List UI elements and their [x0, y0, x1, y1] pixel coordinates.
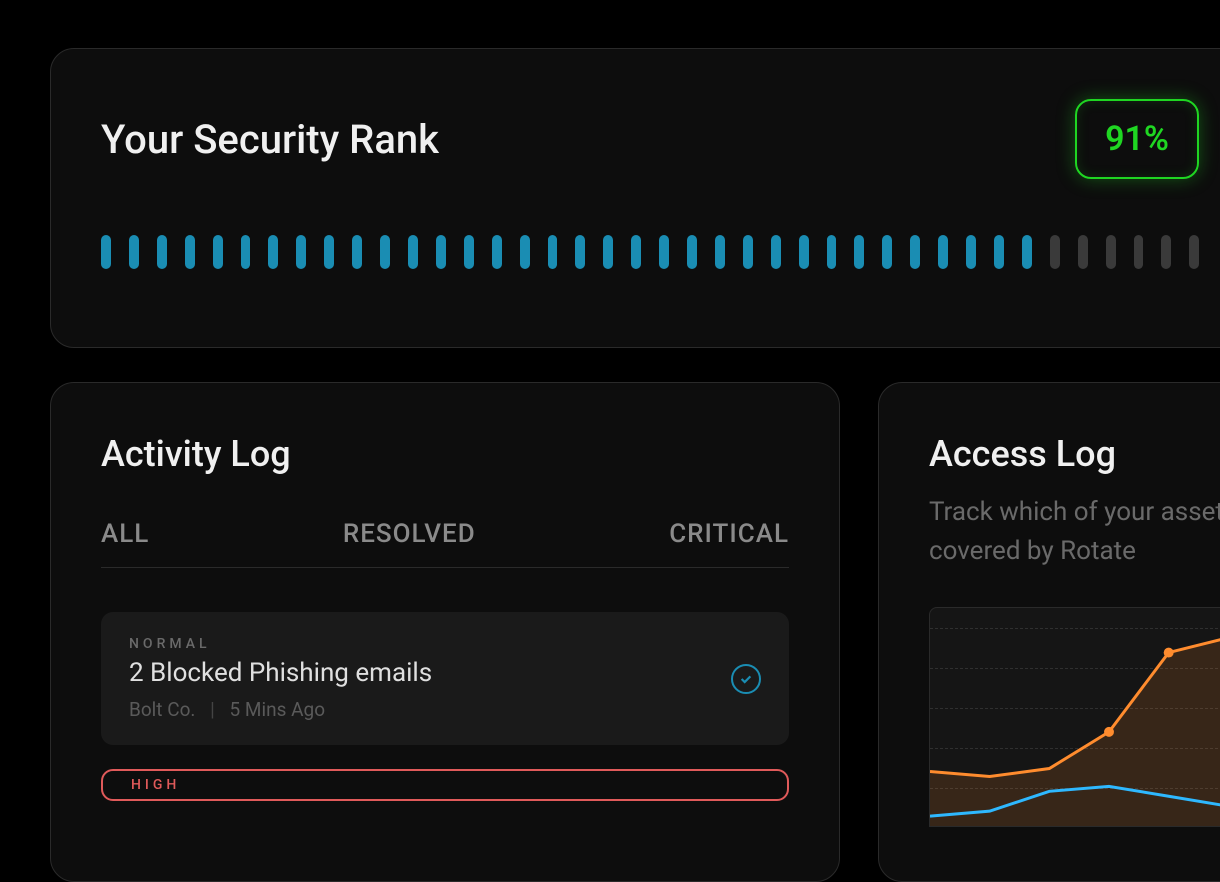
access-log-card: Access Log Track which of your assets ar… — [878, 382, 1220, 882]
progress-tick — [1161, 235, 1171, 269]
progress-tick — [743, 235, 753, 269]
activity-item-content: HIGH — [131, 777, 759, 793]
progress-tick — [1050, 235, 1060, 269]
progress-tick — [994, 235, 1004, 269]
tab-resolved[interactable]: RESOLVED — [343, 519, 476, 549]
rank-title: Your Security Rank — [101, 116, 439, 163]
progress-tick — [1022, 235, 1032, 269]
progress-tick — [575, 235, 585, 269]
progress-tick — [548, 235, 558, 269]
progress-tick — [1078, 235, 1088, 269]
progress-tick — [966, 235, 976, 269]
tab-critical[interactable]: CRITICAL — [669, 519, 789, 549]
progress-tick — [715, 235, 725, 269]
progress-tick — [380, 235, 390, 269]
progress-tick — [520, 235, 530, 269]
progress-tick — [1134, 235, 1144, 269]
rank-header: Your Security Rank 91% — [101, 99, 1199, 179]
security-rank-card: Your Security Rank 91% — [50, 48, 1220, 348]
access-log-subtitle: Track which of your assets are covered b… — [929, 493, 1220, 571]
activity-item[interactable]: NORMAL 2 Blocked Phishing emails Bolt Co… — [101, 612, 789, 745]
progress-tick — [854, 235, 864, 269]
progress-tick — [296, 235, 306, 269]
progress-tick — [1106, 235, 1116, 269]
activity-log-title: Activity Log — [101, 433, 789, 475]
severity-label: NORMAL — [129, 636, 731, 652]
progress-tick — [352, 235, 362, 269]
progress-tick — [603, 235, 613, 269]
tab-all[interactable]: ALL — [101, 519, 149, 549]
progress-tick — [101, 235, 111, 269]
activity-time: 5 Mins Ago — [230, 698, 326, 721]
progress-tick — [1189, 235, 1199, 269]
check-circle-icon — [731, 664, 761, 694]
progress-tick — [938, 235, 948, 269]
severity-label: HIGH — [131, 777, 759, 793]
progress-tick — [129, 235, 139, 269]
activity-item-content: NORMAL 2 Blocked Phishing emails Bolt Co… — [129, 636, 731, 721]
progress-tick — [324, 235, 334, 269]
meta-divider: | — [210, 698, 215, 721]
progress-tick — [659, 235, 669, 269]
progress-tick — [268, 235, 278, 269]
progress-tick — [687, 235, 697, 269]
progress-tick — [185, 235, 195, 269]
activity-item[interactable]: HIGH — [101, 769, 789, 801]
progress-tick — [436, 235, 446, 269]
activity-list: NORMAL 2 Blocked Phishing emails Bolt Co… — [101, 612, 789, 801]
progress-tick — [910, 235, 920, 269]
access-chart — [929, 607, 1220, 827]
progress-tick — [882, 235, 892, 269]
activity-source: Bolt Co. — [129, 698, 195, 721]
progress-tick — [241, 235, 251, 269]
progress-tick — [408, 235, 418, 269]
chart-point-icon — [1164, 648, 1174, 658]
activity-tabs: ALL RESOLVED CRITICAL — [101, 519, 789, 568]
rank-score-badge: 91% — [1075, 99, 1199, 179]
progress-tick — [631, 235, 641, 269]
progress-tick — [799, 235, 809, 269]
progress-tick — [464, 235, 474, 269]
progress-tick — [771, 235, 781, 269]
rank-progress-bar — [101, 235, 1199, 269]
activity-log-card: Activity Log ALL RESOLVED CRITICAL NORMA… — [50, 382, 840, 882]
progress-tick — [492, 235, 502, 269]
progress-tick — [213, 235, 223, 269]
activity-meta: Bolt Co. | 5 Mins Ago — [129, 698, 731, 721]
chart-svg — [930, 608, 1220, 826]
progress-tick — [157, 235, 167, 269]
access-log-title: Access Log — [929, 433, 1220, 475]
activity-description: 2 Blocked Phishing emails — [129, 658, 731, 688]
progress-tick — [827, 235, 837, 269]
chart-point-icon — [1104, 727, 1114, 737]
